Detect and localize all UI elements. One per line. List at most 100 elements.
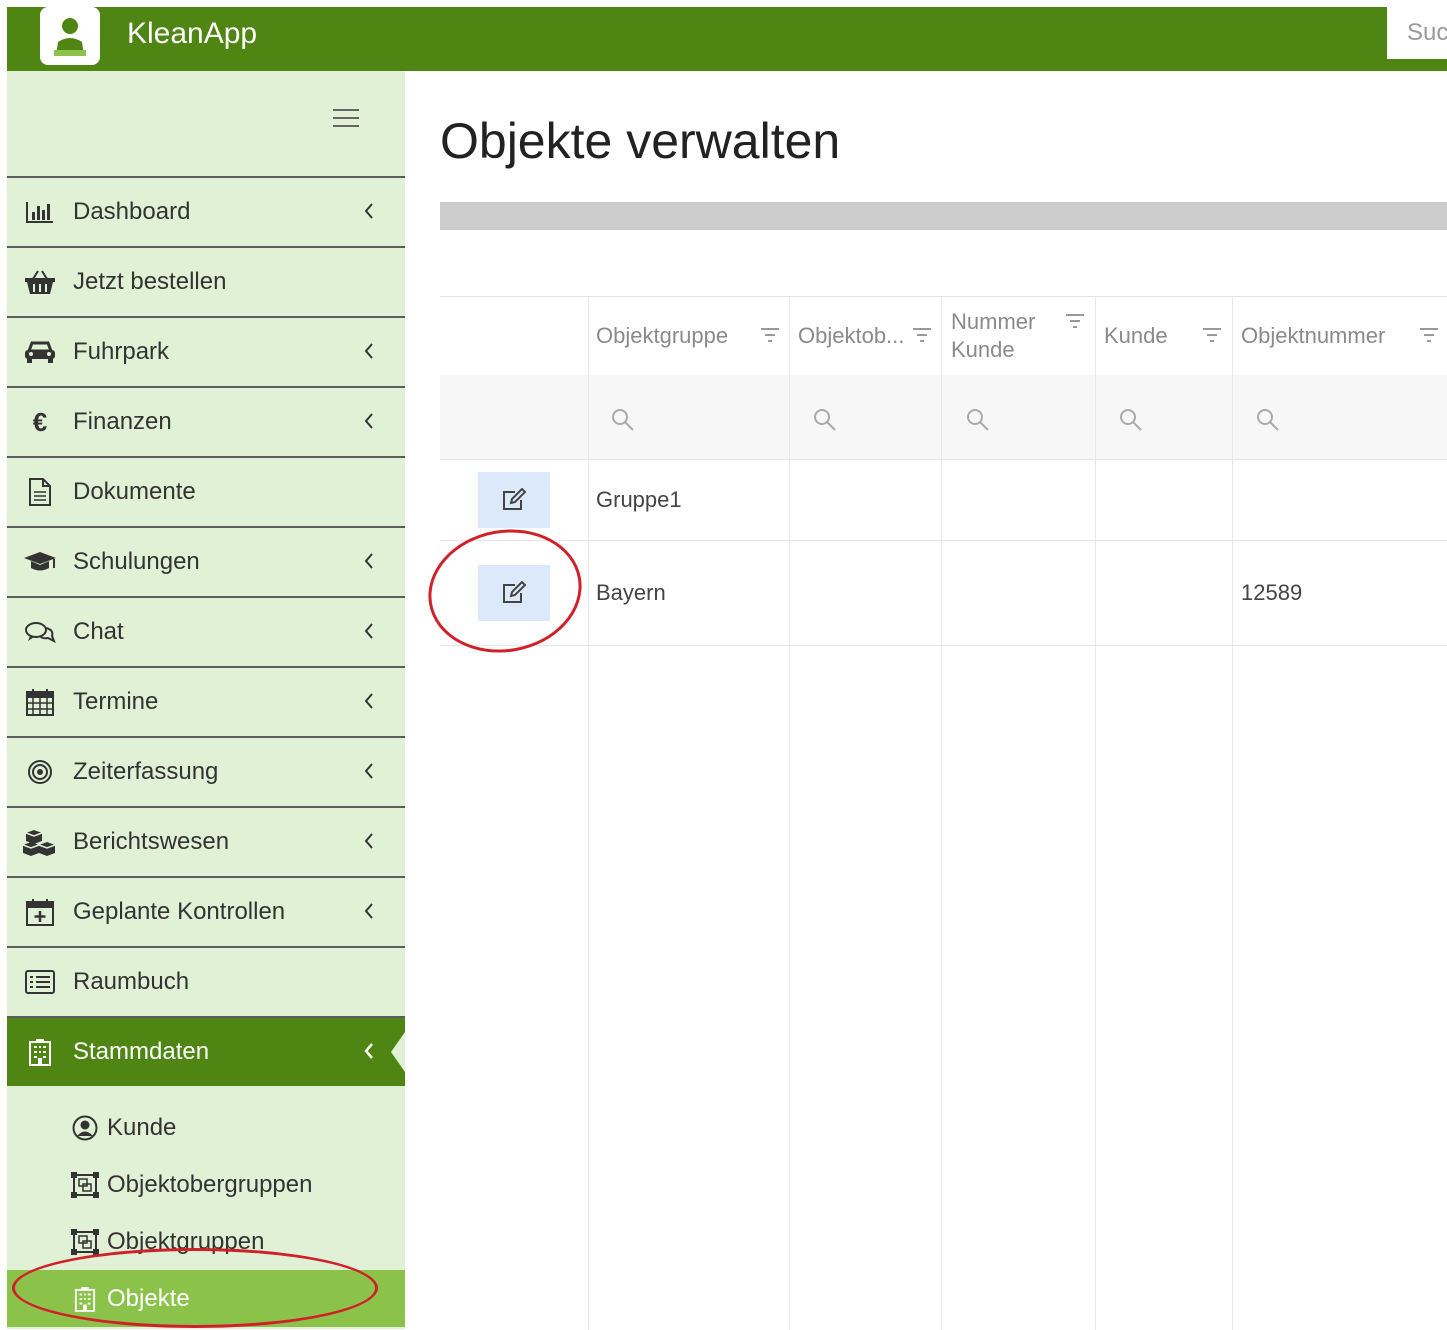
bar-chart-icon (23, 197, 57, 227)
chevron-left-icon (364, 623, 373, 639)
user-logo-icon (54, 18, 86, 56)
sidebar-item-label: Chat (73, 618, 124, 645)
target-icon (23, 757, 57, 787)
grid-column-divider (1095, 297, 1096, 1330)
sidebar-subitem-objektobergruppen[interactable]: Objektobergruppen (7, 1156, 405, 1213)
sidebar-item-termine[interactable]: Termine (7, 668, 405, 738)
car-icon (23, 337, 57, 367)
sidebar-item-dokumente[interactable]: Dokumente (7, 458, 405, 528)
chevron-left-icon (364, 343, 373, 359)
building-icon (71, 1285, 99, 1313)
grid-column-divider (1232, 297, 1233, 1330)
cell-objektgruppe: Gruppe1 (596, 487, 682, 512)
sidebar-item-jetzt-bestellen[interactable]: Jetzt bestellen (7, 248, 405, 318)
list-alt-icon (23, 967, 57, 997)
column-header-label: Objektnummer (1241, 323, 1386, 348)
cell-objektgruppe: Bayern (596, 580, 666, 605)
sidebar-item-dashboard[interactable]: Dashboard (7, 178, 405, 248)
hamburger-menu-icon[interactable] (333, 109, 359, 131)
search-icon[interactable] (1118, 407, 1144, 433)
column-header-line1: Nummer (951, 309, 1036, 334)
column-header-label: Objektgruppe (596, 323, 729, 348)
sidebar-item-finanzen[interactable]: € Finanzen (7, 388, 405, 458)
table-row: Gruppe1 (440, 460, 1447, 541)
calendar-plus-icon (23, 897, 57, 927)
grid-column-divider (588, 297, 589, 1330)
sidebar-item-label: Berichtswesen (73, 828, 230, 855)
sidebar-item-label: Fuhrpark (73, 338, 170, 365)
sidebar-item-fuhrpark[interactable]: Fuhrpark (7, 318, 405, 388)
chevron-left-icon (364, 553, 373, 569)
sidebar-subitem-label: Objektobergruppen (107, 1170, 313, 1198)
filter-icon[interactable] (1202, 327, 1222, 343)
edit-button[interactable] (478, 565, 550, 621)
grid-column-divider (941, 297, 942, 1330)
chevron-left-icon (364, 1043, 373, 1059)
column-header-objektgruppe[interactable]: Objektgruppe (596, 297, 786, 375)
sidebar-item-zeiterfassung[interactable]: Zeiterfassung (7, 738, 405, 808)
column-header-nummer-kunde[interactable]: Nummer Kunde (951, 297, 1091, 375)
sidebar: Dashboard Jetzt bestellen Fuhrpark € Fin… (7, 71, 405, 1329)
sidebar-subitem-label: Kunde (107, 1113, 177, 1141)
sidebar-item-raumbuch[interactable]: Raumbuch (7, 948, 405, 1018)
column-header-line2: Kunde (951, 337, 1015, 362)
object-group-icon (71, 1171, 99, 1199)
search-icon[interactable] (610, 407, 636, 433)
data-grid: Objektgruppe Objektob... Nummer Kunde Kun… (440, 296, 1447, 1330)
sidebar-item-label: Stammdaten (73, 1038, 210, 1065)
graduation-cap-icon (23, 547, 57, 577)
column-header-objektobergruppe[interactable]: Objektob... (798, 297, 938, 375)
user-circle-icon (71, 1114, 99, 1142)
sidebar-header (7, 71, 405, 178)
euro-icon: € (32, 406, 48, 437)
basket-icon (23, 267, 57, 297)
sidebar-subitem-objekte[interactable]: Objekte (7, 1270, 405, 1327)
filter-icon[interactable] (760, 327, 780, 343)
filter-icon[interactable] (1419, 327, 1439, 343)
cubes-icon (23, 827, 57, 857)
submenu-spacer (7, 1086, 405, 1099)
calendar-icon (23, 687, 57, 717)
top-bar: KleanApp Suc (7, 7, 1447, 71)
search-input[interactable]: Suc (1387, 7, 1447, 59)
column-header-label: Objektob... (798, 323, 905, 348)
chat-bubbles-icon (23, 617, 57, 647)
search-icon[interactable] (965, 407, 991, 433)
search-icon[interactable] (812, 407, 838, 433)
sidebar-item-stammdaten[interactable]: Stammdaten (7, 1018, 405, 1086)
sidebar-item-label: Zeiterfassung (73, 758, 219, 785)
chevron-left-icon (364, 903, 373, 919)
sidebar-item-berichtswesen[interactable]: Berichtswesen (7, 808, 405, 878)
sidebar-subitem-kunde[interactable]: Kunde (7, 1099, 405, 1156)
object-group-icon (71, 1228, 99, 1256)
loading-bar (440, 202, 1447, 230)
column-header-kunde[interactable]: Kunde (1104, 297, 1230, 375)
sidebar-item-label: Dokumente (73, 478, 196, 505)
grid-filter-row (440, 375, 1447, 460)
sidebar-subitem-objektgruppen[interactable]: Objektgruppen (7, 1213, 405, 1270)
sidebar-item-label: Schulungen (73, 548, 200, 575)
sidebar-item-label: Termine (73, 688, 159, 715)
document-icon (23, 477, 57, 507)
filter-icon[interactable] (912, 327, 932, 343)
building-icon (23, 1037, 57, 1067)
sidebar-item-geplante-kontrollen[interactable]: Geplante Kontrollen (7, 878, 405, 948)
sidebar-subitem-label: Objekte (107, 1284, 190, 1312)
sidebar-item-label: Jetzt bestellen (73, 268, 227, 295)
sidebar-item-label: Raumbuch (73, 968, 190, 995)
sidebar-item-label: Finanzen (73, 408, 172, 435)
chevron-left-icon (364, 763, 373, 779)
app-logo[interactable] (40, 7, 100, 65)
search-icon[interactable] (1255, 407, 1281, 433)
edit-icon (503, 488, 527, 510)
column-header-objektnummer[interactable]: Objektnummer (1241, 297, 1447, 375)
chevron-left-icon (364, 693, 373, 709)
sidebar-item-schulungen[interactable]: Schulungen (7, 528, 405, 598)
chevron-left-icon (364, 203, 373, 219)
filter-icon[interactable] (1065, 313, 1085, 329)
sidebar-subitem-label: Objektgruppen (107, 1227, 265, 1255)
cell-objektnummer: 12589 (1241, 580, 1303, 605)
sidebar-item-chat[interactable]: Chat (7, 598, 405, 668)
edit-button[interactable] (478, 472, 550, 528)
column-header-label: Kunde (1104, 323, 1168, 348)
